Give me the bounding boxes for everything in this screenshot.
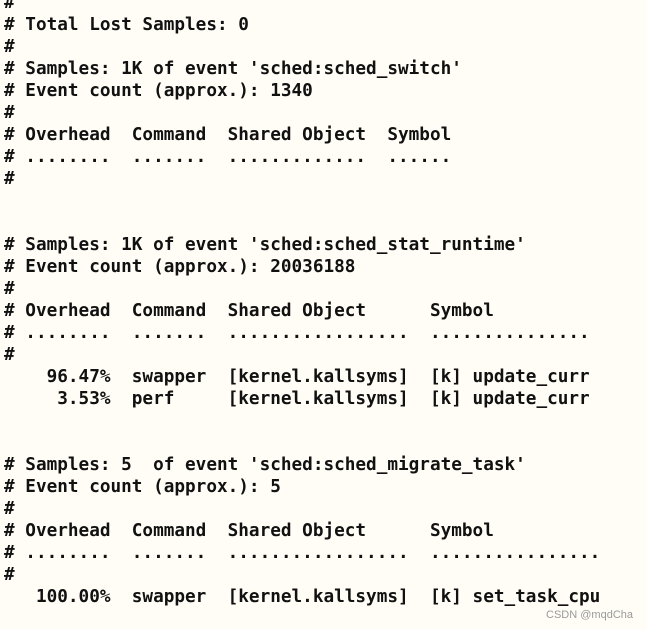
terminal-output: # # Total Lost Samples: 0 # # Samples: 1K o… bbox=[4, 0, 600, 608]
terminal-line: # Total Lost Samples: 0 bbox=[4, 15, 249, 35]
terminal-line: 96.47% swapper [kernel.kallsyms] [k] upd… bbox=[4, 367, 590, 387]
terminal-line: # ........ ....... ................. ...… bbox=[4, 323, 590, 343]
terminal-line: # Event count (approx.): 20036188 bbox=[4, 257, 356, 277]
terminal-line: # Samples: 1K of event 'sched:sched_stat… bbox=[4, 235, 526, 255]
terminal-line: 100.00% swapper [kernel.kallsyms] [k] se… bbox=[4, 587, 601, 607]
terminal-line: # Samples: 5 of event 'sched:sched_migra… bbox=[4, 455, 526, 475]
terminal-line: # Samples: 1K of event 'sched:sched_swit… bbox=[4, 59, 462, 79]
terminal-line: # ........ ....... ................. ...… bbox=[4, 543, 601, 563]
terminal-line: # bbox=[4, 37, 15, 57]
terminal-line: # Overhead Command Shared Object Symbol bbox=[4, 301, 494, 321]
terminal-line: # bbox=[4, 279, 15, 299]
terminal-line: # bbox=[4, 499, 15, 519]
terminal-line: # Event count (approx.): 1340 bbox=[4, 81, 313, 101]
terminal-line: # Overhead Command Shared Object Symbol bbox=[4, 125, 452, 145]
terminal-line: # Event count (approx.): 5 bbox=[4, 477, 281, 497]
terminal-line: 3.53% perf [kernel.kallsyms] [k] update_… bbox=[4, 389, 590, 409]
terminal-line: # bbox=[4, 103, 15, 123]
terminal-line: # bbox=[4, 169, 15, 189]
terminal-line: # bbox=[4, 565, 15, 585]
terminal-line: # ........ ....... ............. ...... bbox=[4, 147, 452, 167]
terminal-line: # bbox=[4, 0, 15, 13]
terminal-line: # bbox=[4, 345, 15, 365]
terminal-line: # Overhead Command Shared Object Symbol bbox=[4, 521, 494, 541]
watermark: CSDN @mqdCha bbox=[546, 609, 633, 621]
